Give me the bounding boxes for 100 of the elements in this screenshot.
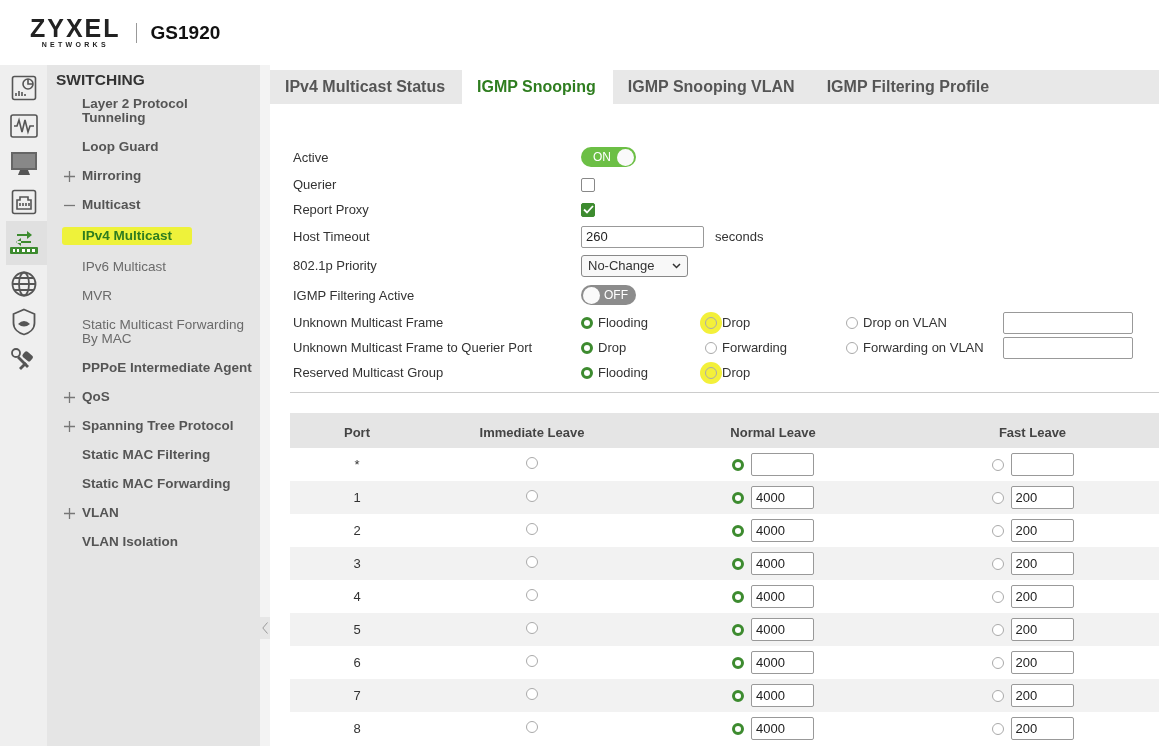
radio-button[interactable] <box>991 623 1004 636</box>
dropdown[interactable]: No-Change <box>581 254 688 277</box>
waveform-icon <box>9 114 38 138</box>
network-switch-icon <box>8 231 39 255</box>
sidebar-item[interactable]: Static MAC Forwarding <box>82 477 231 491</box>
shield-icon <box>11 308 36 336</box>
radio-option[interactable]: Forwarding on VLAN <box>846 340 1003 355</box>
tab[interactable]: IPv4 Multicast Status <box>270 70 463 104</box>
chevron-left-icon <box>262 622 268 634</box>
radio-button[interactable] <box>732 656 744 669</box>
checkbox[interactable] <box>581 177 595 192</box>
column-header: Port <box>344 424 370 440</box>
radio-button[interactable] <box>991 557 1004 570</box>
tab[interactable]: IGMP Filtering Profile <box>811 70 1007 104</box>
vlan-field[interactable] <box>1003 336 1133 359</box>
checkbox[interactable] <box>581 202 595 217</box>
tab-selected[interactable]: IGMP Snooping <box>462 70 613 104</box>
timeout-field[interactable] <box>1010 453 1074 476</box>
plus-icon[interactable] <box>64 420 75 432</box>
sidebar-subitem[interactable]: IPv6 Multicast <box>82 260 167 274</box>
setting-label: 802.1p Priority <box>293 258 378 273</box>
text-field[interactable]: 260 <box>581 225 704 248</box>
timeout-field[interactable]: 200 <box>1010 552 1074 575</box>
vlan-field[interactable] <box>1003 311 1133 334</box>
timeout-field[interactable]: 4000 <box>751 519 814 542</box>
radio-button[interactable] <box>991 524 1004 537</box>
timeout-field[interactable]: 4000 <box>751 717 814 740</box>
radio-option[interactable]: Forwarding <box>705 340 846 355</box>
tab[interactable]: IGMP Snooping VLAN <box>612 70 812 104</box>
radio-button[interactable] <box>732 491 744 504</box>
plus-icon[interactable] <box>64 507 75 519</box>
sidebar-item[interactable]: VLAN Isolation <box>82 535 178 549</box>
timeout-field[interactable]: 200 <box>1010 717 1074 740</box>
radio-button[interactable] <box>732 458 744 471</box>
rail-item-selected[interactable] <box>6 221 47 265</box>
timeout-field[interactable]: 200 <box>1010 618 1074 641</box>
sidebar-item[interactable]: Loop Guard <box>82 140 159 154</box>
sidebar-subitem[interactable]: MVR <box>82 289 112 303</box>
radio-button[interactable] <box>526 655 538 667</box>
radio-button[interactable] <box>526 556 538 568</box>
sidebar-item[interactable]: Mirroring <box>82 169 142 183</box>
column-header: Fast Leave <box>998 424 1067 440</box>
sidebar-item[interactable]: Static MAC Filtering <box>82 448 211 462</box>
sidebar-subitem[interactable]: Static Multicast Forwarding By MAC <box>82 318 254 346</box>
timeout-field[interactable]: 4000 <box>751 585 814 608</box>
sidebar-item[interactable]: Multicast <box>82 198 141 212</box>
radio-button[interactable] <box>526 457 538 469</box>
setting-label: Active <box>293 149 330 165</box>
timeout-field[interactable]: 4000 <box>751 486 814 509</box>
radio-button[interactable] <box>991 458 1004 471</box>
radio-option[interactable]: Flooding <box>581 365 705 380</box>
radio-button[interactable] <box>991 491 1004 504</box>
timeout-field[interactable] <box>751 453 814 476</box>
sidebar-item[interactable]: Layer 2 Protocol Tunneling <box>82 97 254 125</box>
radio-button[interactable] <box>526 589 538 601</box>
setting-label: Host Timeout <box>293 229 371 244</box>
port-cell: * <box>354 457 360 472</box>
radio-button[interactable] <box>991 689 1004 702</box>
sidebar-item[interactable]: VLAN <box>82 506 119 520</box>
timeout-field[interactable]: 200 <box>1010 486 1074 509</box>
timeout-field[interactable]: 4000 <box>751 684 814 707</box>
radio-button[interactable] <box>732 524 744 537</box>
sidebar-subitem[interactable]: IPv4 Multicast <box>62 227 193 245</box>
timeout-field[interactable]: 200 <box>1010 684 1074 707</box>
radio-option[interactable]: Flooding <box>581 315 705 330</box>
radio-button[interactable] <box>526 721 538 733</box>
radio-button[interactable] <box>732 590 744 603</box>
sidebar-item[interactable]: QoS <box>82 390 110 404</box>
timeout-field[interactable]: 4000 <box>751 651 814 674</box>
timeout-field[interactable]: 200 <box>1010 585 1074 608</box>
timeout-field[interactable]: 4000 <box>751 618 814 641</box>
radio-button[interactable] <box>991 722 1004 735</box>
radio-button[interactable] <box>526 523 538 535</box>
plus-icon[interactable] <box>64 170 75 182</box>
radio-button[interactable] <box>732 689 744 702</box>
radio-option[interactable]: Drop <box>581 340 705 355</box>
radio-button[interactable] <box>991 656 1004 669</box>
radio-option[interactable]: Drop <box>705 365 846 380</box>
device-model: GS1920 <box>150 21 221 44</box>
radio-button[interactable] <box>526 622 538 634</box>
port-cell: 4 <box>353 589 361 604</box>
collapse-handle[interactable] <box>260 617 270 639</box>
timeout-field[interactable]: 200 <box>1010 651 1074 674</box>
port-cell: 6 <box>353 655 361 670</box>
radio-button[interactable] <box>732 557 744 570</box>
timeout-field[interactable]: 200 <box>1010 519 1074 542</box>
port-cell: 2 <box>353 523 361 538</box>
timeout-field[interactable]: 4000 <box>751 552 814 575</box>
port-cell: 7 <box>353 688 361 703</box>
radio-button[interactable] <box>732 722 744 735</box>
plus-icon[interactable] <box>64 391 75 403</box>
radio-button[interactable] <box>526 688 538 700</box>
radio-button[interactable] <box>526 490 538 502</box>
sidebar-item[interactable]: PPPoE Intermediate Agent <box>82 361 252 375</box>
column-header: Immediate Leave <box>479 424 585 440</box>
radio-button[interactable] <box>732 623 744 636</box>
sidebar-item[interactable]: Spanning Tree Protocol <box>82 419 234 433</box>
radio-option[interactable]: Drop on VLAN <box>846 315 1003 330</box>
radio-button[interactable] <box>991 590 1004 603</box>
radio-option[interactable]: Drop <box>705 315 846 330</box>
